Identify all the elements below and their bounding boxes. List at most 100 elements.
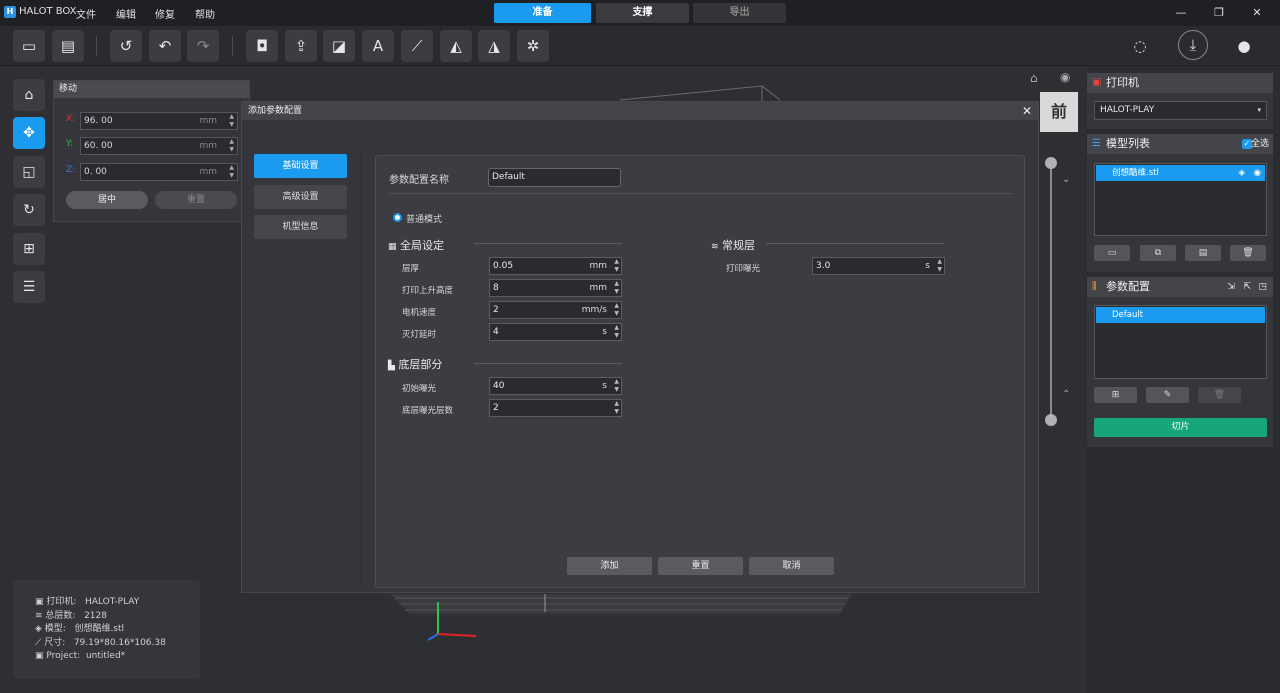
dialog-title-bar: 添加参数配置 ✕: [242, 102, 1038, 120]
center-button[interactable]: 居中: [66, 191, 148, 209]
y-input[interactable]: 60. 00 mm ▲ ▼: [80, 137, 238, 155]
tab-advanced-settings[interactable]: 高级设置: [254, 185, 347, 209]
exposure-input[interactable]: 3.0 s ▲ ▼: [812, 257, 945, 275]
normal-mode-radio[interactable]: [393, 213, 402, 222]
text-icon[interactable]: A: [362, 30, 394, 62]
x-input[interactable]: 96. 00 mm ▲ ▼: [80, 112, 238, 130]
export-profile-icon[interactable]: ⇱: [1243, 277, 1251, 297]
view-cube[interactable]: 前: [1040, 92, 1078, 132]
share-profile-icon[interactable]: ◳: [1258, 277, 1267, 297]
redo-icon[interactable]: ↷: [187, 30, 219, 62]
printer-small-icon: ▣: [35, 597, 44, 607]
close-icon[interactable]: ✕: [1022, 102, 1032, 120]
lift-height-label: 打印上升高度: [402, 286, 454, 296]
visibility-icon[interactable]: ◉: [1060, 70, 1070, 84]
spinner-icon[interactable]: ▲ ▼: [614, 400, 619, 416]
printer-icon: ▣: [1092, 77, 1102, 88]
menu-help[interactable]: 帮助: [195, 6, 215, 21]
home-view-icon[interactable]: ⌂: [1030, 71, 1038, 85]
bottom-layers-heading: ▙ 底层部分: [388, 358, 443, 371]
measure-icon[interactable]: ⟋: [401, 30, 433, 62]
tab-basic-settings[interactable]: 基础设置: [254, 154, 347, 178]
support-icon[interactable]: ✲: [517, 30, 549, 62]
tab-support[interactable]: 支撑: [596, 3, 689, 23]
open-folder-icon[interactable]: ▭: [13, 30, 45, 62]
menu-edit[interactable]: 编辑: [116, 6, 136, 21]
rotate-icon[interactable]: ↻: [13, 194, 45, 226]
app-title: HALOT BOX: [19, 6, 77, 17]
spinner-icon[interactable]: ▲ ▼: [229, 138, 234, 154]
chevron-up-icon[interactable]: ⌃: [1062, 389, 1070, 400]
hollow-icon[interactable]: ◘: [246, 30, 278, 62]
chevron-down-icon[interactable]: ⌄: [1062, 174, 1070, 185]
network-icon[interactable]: ◌: [1128, 34, 1152, 58]
model-list-item[interactable]: 创想酷维.stl ◈ ◉: [1096, 165, 1265, 181]
undo-icon[interactable]: ↶: [149, 30, 181, 62]
lift-height-input[interactable]: 8 mm ▲ ▼: [489, 279, 622, 297]
spinner-icon[interactable]: ▲ ▼: [229, 113, 234, 129]
spinner-icon[interactable]: ▲ ▼: [614, 280, 619, 296]
import-icon[interactable]: ▤: [52, 30, 84, 62]
profile-list-item[interactable]: Default: [1096, 307, 1265, 323]
split-icon[interactable]: ◪: [323, 30, 355, 62]
user-icon[interactable]: ●: [1232, 34, 1256, 58]
auto-arrange-icon[interactable]: ⌂: [13, 79, 45, 111]
reset-position-button[interactable]: 重置: [155, 191, 237, 209]
layer-thickness-input[interactable]: 0.05 mm ▲ ▼: [489, 257, 622, 275]
add-profile-button[interactable]: ⊞: [1094, 387, 1137, 403]
mirror-icon[interactable]: ◮: [478, 30, 510, 62]
export-icon[interactable]: ⇪: [285, 30, 317, 62]
cube-icon[interactable]: ◈: [1238, 165, 1245, 181]
move-icon[interactable]: ✥: [13, 117, 45, 149]
spinner-icon[interactable]: ▲ ▼: [229, 164, 234, 180]
motor-speed-input[interactable]: 2 mm/s ▲ ▼: [489, 301, 622, 319]
z-input[interactable]: 0. 00 mm ▲ ▼: [80, 163, 238, 181]
profile-name-input[interactable]: Default: [488, 168, 621, 187]
minimize-icon[interactable]: —: [1172, 4, 1190, 22]
tab-export[interactable]: 导出: [693, 3, 786, 23]
cancel-button[interactable]: 取消: [749, 557, 834, 575]
spinner-icon[interactable]: ▲ ▼: [614, 378, 619, 394]
add-button[interactable]: 添加: [567, 557, 652, 575]
layer-slider-bottom-handle[interactable]: [1045, 414, 1057, 426]
scale-icon[interactable]: ◱: [13, 156, 45, 188]
profile-name-label: 参数配置名称: [389, 175, 449, 186]
initial-exposure-input[interactable]: 40 s ▲ ▼: [489, 377, 622, 395]
light-off-delay-input[interactable]: 4 s ▲ ▼: [489, 323, 622, 341]
edit-profile-button[interactable]: ✎: [1146, 387, 1189, 403]
add-icon[interactable]: ⊞: [13, 233, 45, 265]
layer-slider-top-handle[interactable]: [1045, 157, 1057, 169]
eye-icon[interactable]: ◉: [1254, 165, 1261, 181]
save-model-button[interactable]: ▤: [1185, 245, 1221, 261]
maximize-icon[interactable]: ❐: [1210, 4, 1228, 22]
import-profile-icon[interactable]: ⇲: [1227, 277, 1235, 297]
model-list-header: ☰ 模型列表 ✓ 全选: [1087, 134, 1273, 154]
tab-machine-info[interactable]: 机型信息: [254, 215, 347, 239]
layer-slider-track[interactable]: [1050, 163, 1052, 420]
delete-profile-button[interactable]: 🗑: [1198, 387, 1241, 403]
fill-icon[interactable]: ◭: [440, 30, 472, 62]
profile-config-header: ⫼ 参数配置 ⇲ ⇱ ◳: [1087, 277, 1273, 297]
reset-button[interactable]: 重置: [658, 557, 743, 575]
menu-repair[interactable]: 修复: [155, 6, 175, 21]
z-coordinate-row: Z: 0. 00 mm ▲ ▼: [66, 163, 246, 181]
spinner-icon[interactable]: ▲ ▼: [937, 258, 942, 274]
normal-mode-label: 普通模式: [406, 215, 443, 225]
slice-button[interactable]: 切片: [1094, 418, 1267, 437]
spinner-icon[interactable]: ▲ ▼: [614, 324, 619, 340]
spinner-icon[interactable]: ▲ ▼: [614, 302, 619, 318]
duplicate-model-button[interactable]: ⧉: [1140, 245, 1176, 261]
printer-panel-header: ▣ 打印机: [1087, 73, 1273, 93]
tab-prepare[interactable]: 准备: [494, 3, 591, 23]
bottom-layer-count-input[interactable]: 2 ▲ ▼: [489, 399, 622, 417]
history-icon[interactable]: ↺: [110, 30, 142, 62]
close-icon[interactable]: ✕: [1248, 4, 1266, 22]
spinner-icon[interactable]: ▲ ▼: [614, 258, 619, 274]
list-icon[interactable]: ☰: [13, 271, 45, 303]
menu-file[interactable]: 文件: [76, 6, 96, 21]
open-model-button[interactable]: ▭: [1094, 245, 1130, 261]
delete-model-button[interactable]: 🗑: [1230, 245, 1266, 261]
printer-select[interactable]: HALOT-PLAY ▾: [1094, 101, 1267, 120]
dialog-divider: [361, 152, 362, 586]
download-icon[interactable]: ⤓: [1178, 30, 1208, 60]
